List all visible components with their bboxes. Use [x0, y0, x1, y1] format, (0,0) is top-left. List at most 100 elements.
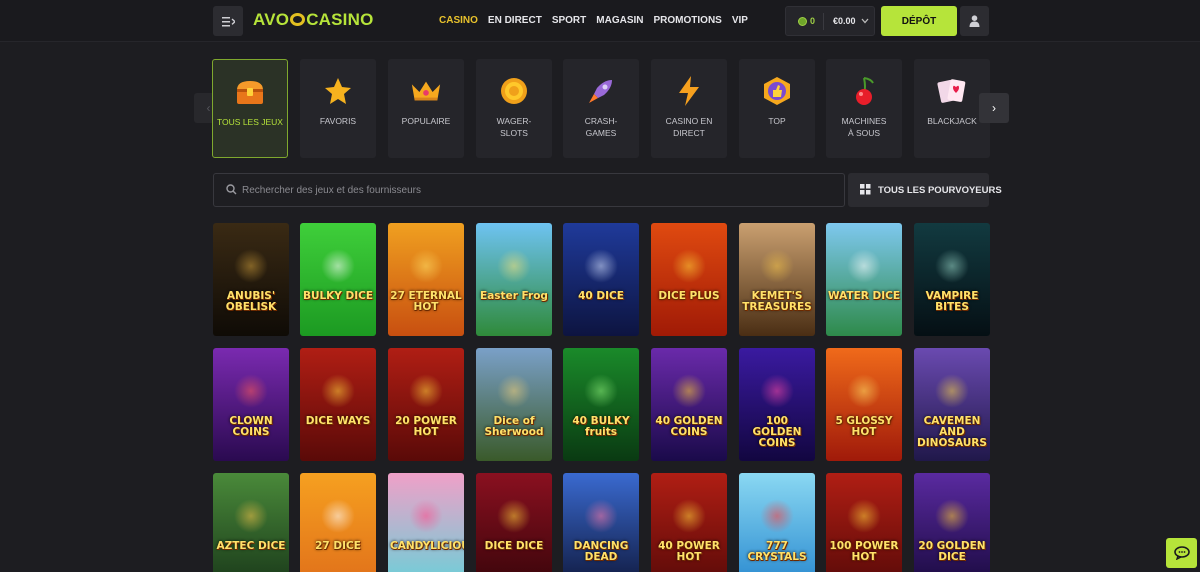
nav-promotions[interactable]: PROMOTIONS [654, 15, 722, 26]
game-tile[interactable]: 40 GOLDEN COINS [651, 348, 727, 461]
category-crash-games[interactable]: CRASH-GAMES [563, 59, 639, 158]
category-populaire[interactable]: POPULAIRE [388, 59, 464, 158]
game-tile[interactable]: WATER DICE [826, 223, 902, 336]
game-artwork [672, 373, 706, 408]
game-tile[interactable]: ANUBIS' OBELISK [213, 223, 289, 336]
search-input[interactable] [242, 181, 822, 199]
game-tile[interactable]: 777 CRYSTALS [739, 473, 815, 572]
thumbs-up-badge-icon [761, 75, 793, 107]
coin-balance: 0 [810, 16, 816, 26]
lightning-icon [673, 75, 705, 107]
balance-dropdown[interactable]: 0 €0.00 [785, 6, 875, 36]
menu-toggle-button[interactable] [213, 6, 243, 36]
game-title: WATER DICE [828, 289, 900, 302]
coin-icon [798, 17, 807, 26]
game-tile[interactable]: Easter Frog [476, 223, 552, 336]
category-wager-slots[interactable]: WAGER-SLOTS [476, 59, 552, 158]
nav-en-direct[interactable]: EN DIRECT [488, 15, 542, 26]
game-title: DANCING DEAD [573, 539, 629, 563]
category-label: CASINO EN DIRECT [665, 116, 713, 138]
category-favoris[interactable]: FAVORIS [300, 59, 376, 158]
game-artwork [497, 248, 531, 283]
grid-icon [860, 184, 871, 195]
deposit-button[interactable]: DÉPÔT [881, 6, 957, 36]
category-casino-en-direct[interactable]: CASINO EN DIRECT [651, 59, 727, 158]
game-title: 100 GOLDEN COINS [752, 414, 802, 449]
game-tile[interactable]: DICE PLUS [651, 223, 727, 336]
game-tile[interactable]: AZTEC DICE [213, 473, 289, 572]
game-artwork [935, 498, 969, 533]
game-title: CLOWN COINS [229, 414, 273, 438]
game-tile[interactable]: 100 GOLDEN COINS [739, 348, 815, 461]
live-chat-button[interactable] [1166, 538, 1197, 568]
game-tile[interactable]: CAVEMEN AND DINOSAURS [914, 348, 990, 461]
game-title: DICE PLUS [658, 289, 720, 302]
game-tile[interactable]: CLOWN COINS [213, 348, 289, 461]
game-artwork [321, 373, 355, 408]
all-providers-label: TOUS LES POURVOYEURS [878, 185, 1002, 196]
category-label: BLACKJACK [927, 116, 977, 126]
game-tile[interactable]: 27 DICE [300, 473, 376, 572]
all-providers-button[interactable]: TOUS LES POURVOYEURS [848, 173, 1002, 207]
category-machines-a-sous[interactable]: MACHINES À SOUS [826, 59, 902, 158]
top-header: AVO CASINO CASINO EN DIRECT SPORT MAGASIN… [0, 0, 1200, 42]
game-title: 40 DICE [578, 289, 624, 302]
game-artwork [760, 373, 794, 408]
game-tile[interactable]: 20 GOLDEN DICE [914, 473, 990, 572]
avocado-icon [290, 13, 306, 26]
cherry-icon [848, 75, 880, 107]
chat-icon [1173, 546, 1190, 560]
nav-sport[interactable]: SPORT [552, 15, 586, 26]
nav-magasin[interactable]: MAGASIN [596, 15, 643, 26]
money-balance: €0.00 [833, 16, 856, 26]
game-artwork [234, 248, 268, 283]
game-title: Easter Frog [480, 289, 548, 302]
game-artwork [584, 373, 618, 408]
avo-casino-logo[interactable]: AVO CASINO [253, 10, 374, 30]
game-artwork [672, 498, 706, 533]
game-title: 40 GOLDEN COINS [655, 414, 723, 438]
game-artwork [409, 373, 443, 408]
game-tile[interactable]: CANDYLICIOUS [388, 473, 464, 572]
game-tile[interactable]: 20 POWER HOT [388, 348, 464, 461]
game-tile[interactable]: DICE DICE [476, 473, 552, 572]
game-artwork [321, 498, 355, 533]
game-artwork [760, 248, 794, 283]
game-artwork [847, 373, 881, 408]
game-title: 777 CRYSTALS [747, 539, 807, 563]
user-account-button[interactable] [960, 6, 989, 36]
category-tous-les-jeux[interactable]: TOUS LES JEUX [212, 59, 288, 158]
game-title: Dice of Sherwood [484, 414, 544, 438]
game-artwork [321, 248, 355, 283]
game-artwork [760, 498, 794, 533]
game-tile[interactable]: 27 ETERNAL HOT [388, 223, 464, 336]
game-tile[interactable]: 40 DICE [563, 223, 639, 336]
game-artwork [847, 498, 881, 533]
game-tile[interactable]: KEMET'S TREASURES [739, 223, 815, 336]
game-tile[interactable]: 100 POWER HOT [826, 473, 902, 572]
game-title: 27 DICE [315, 539, 361, 552]
game-tile[interactable]: 5 GLOSSY HOT [826, 348, 902, 461]
game-title: 5 GLOSSY HOT [835, 414, 893, 438]
main-nav: CASINO EN DIRECT SPORT MAGASIN PROMOTION… [439, 15, 748, 26]
game-tile[interactable]: 40 BULKY fruits [563, 348, 639, 461]
game-tile[interactable]: Dice of Sherwood [476, 348, 552, 461]
game-tile[interactable]: DICE WAYS [300, 348, 376, 461]
category-label: CRASH-GAMES [584, 116, 618, 138]
game-tile[interactable]: BULKY DICE [300, 223, 376, 336]
logo-avo: AVO [253, 10, 290, 29]
crown-icon [410, 75, 442, 107]
menu-collapse-icon [221, 16, 235, 26]
search-icon [226, 184, 237, 195]
game-tile[interactable]: DANCING DEAD [563, 473, 639, 572]
game-tile[interactable]: VAMPIRE BITES [914, 223, 990, 336]
nav-vip[interactable]: VIP [732, 15, 748, 26]
chevron-right-icon: › [992, 101, 996, 115]
nav-casino[interactable]: CASINO [439, 15, 478, 26]
game-tile[interactable]: 40 POWER HOT [651, 473, 727, 572]
carousel-next-button[interactable]: › [979, 93, 1009, 123]
category-top[interactable]: TOP [739, 59, 815, 158]
game-title: CANDYLICIOUS [390, 539, 464, 552]
game-title: 27 ETERNAL HOT [390, 289, 462, 313]
game-title: VAMPIRE BITES [925, 289, 979, 313]
